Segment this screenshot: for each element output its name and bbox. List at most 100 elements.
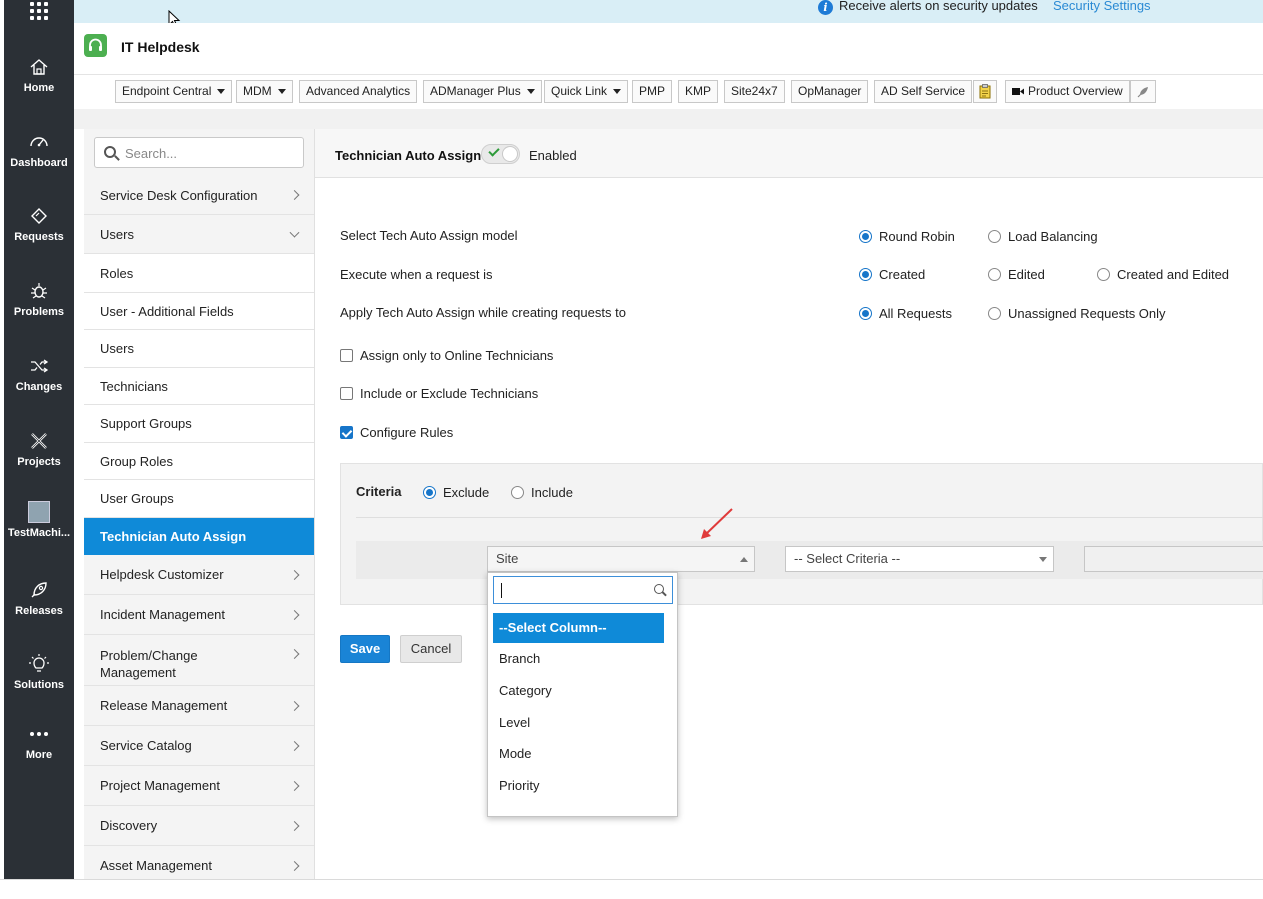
ql-mdm[interactable]: MDM xyxy=(236,80,293,103)
sidebar-item-label: Service Desk Configuration xyxy=(100,187,258,203)
chevron-right-icon xyxy=(289,820,300,831)
ql-kmp[interactable]: KMP xyxy=(678,80,719,103)
rail-item-more[interactable]: More xyxy=(4,723,74,761)
value-input[interactable] xyxy=(1084,546,1263,572)
checkbox-box xyxy=(340,426,353,439)
radio-exclude[interactable]: Exclude xyxy=(423,485,489,500)
rail-item-home[interactable]: Home xyxy=(4,56,74,94)
auto-assign-toggle[interactable] xyxy=(481,144,520,164)
ql-quick-link[interactable]: Quick Link xyxy=(544,80,629,103)
dropdown-option-category[interactable]: Category xyxy=(493,676,664,706)
sidebar-search[interactable] xyxy=(94,137,304,168)
rail-item-projects[interactable]: Projects xyxy=(4,430,74,468)
search-icon xyxy=(654,584,664,594)
execute-label: Execute when a request is xyxy=(340,267,493,282)
sidebar-item-incident-management[interactable]: Incident Management xyxy=(84,595,314,635)
home-icon xyxy=(30,59,48,75)
ql-launch-button[interactable] xyxy=(1130,80,1156,103)
rail-label: Changes xyxy=(15,381,63,393)
ticket-icon xyxy=(31,208,47,224)
checkbox-label: Assign only to Online Technicians xyxy=(360,348,554,363)
main-content: Technician Auto Assign Enabled Select Te… xyxy=(315,129,1263,879)
dropdown-option-select-column[interactable]: --Select Column-- xyxy=(493,613,664,643)
lightbulb-icon xyxy=(29,654,49,672)
sidebar-item-label: Discovery xyxy=(100,818,158,833)
sidebar-item-users[interactable]: Users xyxy=(84,330,314,368)
checkbox-online-technicians[interactable]: Assign only to Online Technicians xyxy=(340,348,553,363)
sidebar-item-problem-change-management[interactable]: Problem/Change Management xyxy=(84,635,314,686)
radio-unassigned-requests-only[interactable]: Unassigned Requests Only xyxy=(988,306,1166,321)
rail-item-problems[interactable]: Problems xyxy=(4,280,74,318)
radio-created[interactable]: Created xyxy=(859,267,925,282)
dropdown-option-mode[interactable]: Mode xyxy=(493,739,664,769)
rail-item-changes[interactable]: Changes xyxy=(4,355,74,393)
checkbox-include-exclude-technicians[interactable]: Include or Exclude Technicians xyxy=(340,386,538,401)
ql-label: Site24x7 xyxy=(731,84,778,98)
ql-opmanager[interactable]: OpManager xyxy=(791,80,869,103)
sidebar-item-project-management[interactable]: Project Management xyxy=(84,766,314,806)
left-nav-rail: Home Dashboard Requests Problems Changes… xyxy=(4,0,74,879)
sidebar-item-group-roles[interactable]: Group Roles xyxy=(84,443,314,480)
sidebar-item-users-group[interactable]: Users xyxy=(84,215,314,254)
radio-load-balancing[interactable]: Load Balancing xyxy=(988,229,1098,244)
sidebar-item-helpdesk-customizer[interactable]: Helpdesk Customizer xyxy=(84,555,314,595)
checkbox-configure-rules[interactable]: Configure Rules xyxy=(340,425,453,440)
sidebar-item-user-additional-fields[interactable]: User - Additional Fields xyxy=(84,293,314,330)
ql-notes-button[interactable] xyxy=(973,80,997,103)
ql-product-overview[interactable]: Product Overview xyxy=(1005,80,1130,103)
cancel-button[interactable]: Cancel xyxy=(400,635,462,663)
radio-edited[interactable]: Edited xyxy=(988,267,1045,282)
ql-site24x7[interactable]: Site24x7 xyxy=(724,80,785,103)
dropdown-option-branch[interactable]: Branch xyxy=(493,644,664,674)
app-grid-icon[interactable] xyxy=(30,2,48,20)
sidebar-item-support-groups[interactable]: Support Groups xyxy=(84,405,314,443)
chevron-down-icon xyxy=(277,89,286,95)
radio-created-and-edited[interactable]: Created and Edited xyxy=(1097,267,1229,282)
rail-label: Requests xyxy=(14,231,64,243)
sidebar-item-release-management[interactable]: Release Management xyxy=(84,686,314,726)
sidebar-item-user-groups[interactable]: User Groups xyxy=(84,480,314,518)
rail-item-testmachine[interactable]: TestMachi... xyxy=(4,501,74,539)
chevron-right-icon xyxy=(289,860,300,871)
dropdown-search-input[interactable] xyxy=(493,576,673,604)
chevron-down-icon xyxy=(613,89,622,95)
rail-item-solutions[interactable]: Solutions xyxy=(4,653,74,691)
ql-advanced-analytics[interactable]: Advanced Analytics xyxy=(299,80,418,103)
ql-label: Advanced Analytics xyxy=(306,84,411,98)
save-button[interactable]: Save xyxy=(340,635,390,663)
sidebar-item-technicians[interactable]: Technicians xyxy=(84,368,314,405)
radio-dot xyxy=(423,486,436,499)
radio-include[interactable]: Include xyxy=(511,485,573,500)
rail-label: Home xyxy=(23,82,55,94)
more-dots-icon xyxy=(30,732,48,736)
sidebar-search-input[interactable] xyxy=(125,144,295,162)
chevron-right-icon xyxy=(289,780,300,791)
rail-item-dashboard[interactable]: Dashboard xyxy=(4,131,74,169)
info-icon: i xyxy=(818,0,833,15)
sidebar-item-service-catalog[interactable]: Service Catalog xyxy=(84,726,314,766)
sidebar-item-discovery[interactable]: Discovery xyxy=(84,806,314,846)
radio-round-robin[interactable]: Round Robin xyxy=(859,229,955,244)
sidebar-item-roles[interactable]: Roles xyxy=(84,254,314,293)
ql-endpoint-central[interactable]: Endpoint Central xyxy=(115,80,233,103)
dropdown-option-priority[interactable]: Priority xyxy=(493,771,664,801)
radio-all-requests[interactable]: All Requests xyxy=(859,306,952,321)
radio-dot xyxy=(988,230,1001,243)
column-select[interactable]: Site xyxy=(487,546,755,572)
rail-item-requests[interactable]: Requests xyxy=(4,205,74,243)
security-settings-link[interactable]: Security Settings xyxy=(1053,0,1151,13)
sidebar-item-label: Users xyxy=(100,226,134,242)
check-icon xyxy=(488,145,500,157)
ql-admanager-plus[interactable]: ADManager Plus xyxy=(423,80,542,103)
ql-pmp[interactable]: PMP xyxy=(632,80,673,103)
ql-ad-self-service[interactable]: AD Self Service xyxy=(874,80,973,103)
criteria-panel: Criteria Exclude Include Site -- Select … xyxy=(340,463,1263,605)
sidebar-item-asset-management[interactable]: Asset Management xyxy=(84,846,314,879)
criteria-select[interactable]: -- Select Criteria -- xyxy=(785,546,1054,572)
dropdown-option-level[interactable]: Level xyxy=(493,708,664,738)
sidebar-item-technician-auto-assign[interactable]: Technician Auto Assign xyxy=(84,518,314,555)
rail-item-releases[interactable]: Releases xyxy=(4,579,74,617)
sidebar-item-label: Incident Management xyxy=(100,607,226,622)
sidebar-item-service-desk-configuration[interactable]: Service Desk Configuration xyxy=(84,176,314,215)
rail-label: Solutions xyxy=(13,679,65,691)
